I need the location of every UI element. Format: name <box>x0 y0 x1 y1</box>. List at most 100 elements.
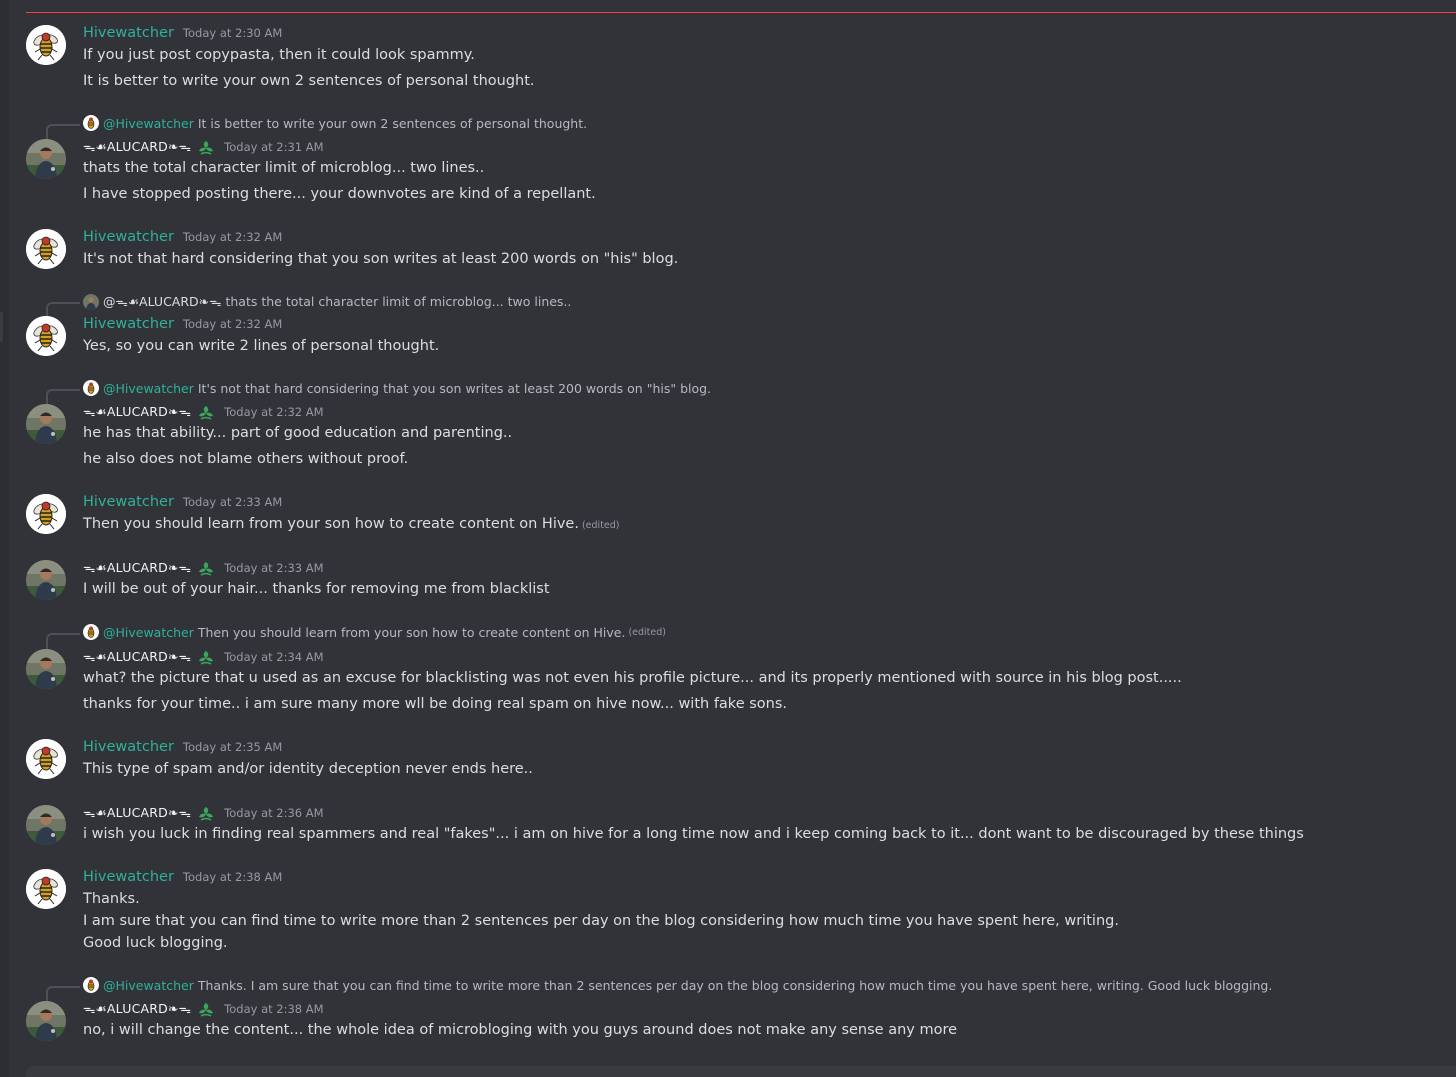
reply-text: thats the total character limit of micro… <box>225 294 572 309</box>
timestamp: Today at 2:38 AM <box>224 1002 324 1016</box>
reply-mention[interactable]: @Hivewatcher <box>103 625 194 640</box>
message-header: ᯓ☙ALUCARD❧ᯓ Today at 2:34 AM <box>83 648 324 668</box>
message-text: Then you should learn from your son how … <box>83 516 579 532</box>
edited-label: (edited) <box>628 626 666 638</box>
author-name[interactable]: Hivewatcher <box>83 25 174 41</box>
author-name[interactable]: ᯓ☙ALUCARD❧ᯓ <box>83 1000 191 1017</box>
message-line: Yes, so you can write 2 lines of persona… <box>83 338 440 354</box>
message-header: ᯓ☙ALUCARD❧ᯓ Today at 2:36 AM <box>83 804 324 824</box>
new-messages-divider <box>26 12 1456 13</box>
message-header: ᯓ☙ALUCARD❧ᯓ Today at 2:38 AM <box>83 1000 324 1020</box>
message-header: ᯓ☙ALUCARD❧ᯓ Today at 2:33 AM <box>83 559 324 579</box>
message-line: i wish you luck in finding real spammers… <box>83 826 1304 842</box>
leaf-badge-icon[interactable] <box>197 404 215 422</box>
reply-mention[interactable]: @Hivewatcher <box>103 381 194 396</box>
message-line: Thanks. <box>83 891 140 907</box>
message-line: thanks for your time.. i am sure many mo… <box>83 696 788 712</box>
reply-preview[interactable]: @Hivewatcher Then you should learn from … <box>0 624 1456 649</box>
reply-text: Then you should learn from your son how … <box>197 624 626 640</box>
author-name[interactable]: ᯓ☙ALUCARD❧ᯓ <box>83 138 191 155</box>
user-photo-avatar-icon[interactable] <box>26 560 66 600</box>
author-name[interactable]: ᯓ☙ALUCARD❧ᯓ <box>83 559 191 576</box>
reply-preview[interactable]: @Hivewatcher It is better to write your … <box>0 115 1456 140</box>
author-name[interactable]: Hivewatcher <box>83 316 174 332</box>
leaf-badge-icon[interactable] <box>197 560 215 578</box>
message-header: ᯓ☙ALUCARD❧ᯓ Today at 2:32 AM <box>83 403 324 423</box>
author-name[interactable]: ᯓ☙ALUCARD❧ᯓ <box>83 804 191 821</box>
message-line: It is better to write your own 2 sentenc… <box>83 73 535 89</box>
reply-preview[interactable]: @Hivewatcher Thanks. I am sure that you … <box>0 977 1456 1002</box>
message-line: he has that ability... part of good educ… <box>83 425 513 441</box>
edited-label: (edited) <box>581 520 620 531</box>
message-header: Hivewatcher Today at 2:33 AM <box>83 494 282 514</box>
reply-spine <box>46 633 80 649</box>
reply-mention[interactable]: @ᯓ☙ALUCARD❧ᯓ <box>103 293 221 310</box>
leaf-badge-icon[interactable] <box>197 805 215 823</box>
bee-avatar-icon[interactable] <box>26 316 66 356</box>
reply-text: It is better to write your own 2 sentenc… <box>197 115 588 131</box>
bee-avatar-icon[interactable] <box>26 229 66 269</box>
reply-text: It's not that hard considering that you … <box>197 380 712 396</box>
message-header: Hivewatcher Today at 2:32 AM <box>83 316 282 336</box>
message-line: he also does not blame others without pr… <box>83 451 409 467</box>
message-line: If you just post copypasta, then it coul… <box>83 47 475 63</box>
reply-spine <box>46 124 80 140</box>
message-line: It's not that hard considering that you … <box>83 251 679 267</box>
message-line: I have stopped posting there... your dow… <box>83 186 596 202</box>
message-line: Then you should learn from your son how … <box>83 516 620 532</box>
bee-avatar-icon <box>83 624 99 640</box>
message-header: Hivewatcher Today at 2:32 AM <box>83 229 282 249</box>
message-composer-edge[interactable] <box>26 1066 1456 1077</box>
timestamp: Today at 2:32 AM <box>182 230 283 244</box>
timestamp: Today at 2:32 AM <box>224 405 324 419</box>
message-header: ᯓ☙ALUCARD❧ᯓ Today at 2:31 AM <box>83 138 324 158</box>
author-name[interactable]: Hivewatcher <box>83 229 174 245</box>
reply-spine <box>46 389 80 405</box>
author-name[interactable]: Hivewatcher <box>83 869 174 885</box>
user-photo-avatar-icon[interactable] <box>26 1001 66 1041</box>
message-header: Hivewatcher Today at 2:35 AM <box>83 739 282 759</box>
timestamp: Today at 2:33 AM <box>182 495 283 509</box>
user-photo-avatar-icon <box>83 293 99 310</box>
bee-avatar-icon[interactable] <box>26 869 66 909</box>
timestamp: Today at 2:35 AM <box>182 740 283 754</box>
message-line: thats the total character limit of micro… <box>83 160 485 176</box>
author-name[interactable]: ᯓ☙ALUCARD❧ᯓ <box>83 403 191 420</box>
message-line: I am sure that you can find time to writ… <box>83 913 1119 929</box>
scroll-marker <box>0 312 3 342</box>
bee-avatar-icon <box>83 115 99 131</box>
reply-mention[interactable]: @Hivewatcher <box>103 116 194 131</box>
message-line: what? the picture that u used as an excu… <box>83 670 1182 686</box>
message-line: Good luck blogging. <box>83 935 228 951</box>
message-header: Hivewatcher Today at 2:38 AM <box>83 869 282 889</box>
channel-edge <box>0 0 9 1077</box>
user-photo-avatar-icon[interactable] <box>26 805 66 845</box>
reply-text: Thanks. I am sure that you can find time… <box>197 977 1273 993</box>
timestamp: Today at 2:36 AM <box>224 806 324 820</box>
timestamp: Today at 2:32 AM <box>182 317 283 331</box>
reply-mention[interactable]: @Hivewatcher <box>103 978 194 993</box>
bee-avatar-icon[interactable] <box>26 739 66 779</box>
message-line: no, i will change the content... the who… <box>83 1022 958 1038</box>
timestamp: Today at 2:30 AM <box>182 26 283 40</box>
author-name[interactable]: Hivewatcher <box>83 494 174 510</box>
timestamp: Today at 2:34 AM <box>224 650 324 664</box>
bee-avatar-icon[interactable] <box>26 494 66 534</box>
author-name[interactable]: ᯓ☙ALUCARD❧ᯓ <box>83 648 191 665</box>
message-header: Hivewatcher Today at 2:30 AM <box>83 25 282 45</box>
user-photo-avatar-icon[interactable] <box>26 649 66 689</box>
timestamp: Today at 2:33 AM <box>224 561 324 575</box>
author-name[interactable]: Hivewatcher <box>83 739 174 755</box>
user-photo-avatar-icon[interactable] <box>26 404 66 444</box>
reply-spine <box>46 986 80 1002</box>
leaf-badge-icon[interactable] <box>197 139 215 157</box>
leaf-badge-icon[interactable] <box>197 1001 215 1019</box>
timestamp: Today at 2:31 AM <box>224 140 324 154</box>
reply-preview[interactable]: @Hivewatcher It's not that hard consider… <box>0 380 1456 405</box>
reply-spine <box>46 302 80 318</box>
bee-avatar-icon[interactable] <box>26 25 66 65</box>
message-line: This type of spam and/or identity decept… <box>83 761 533 777</box>
reply-preview[interactable]: @ᯓ☙ALUCARD❧ᯓ thats the total character l… <box>0 293 1456 318</box>
leaf-badge-icon[interactable] <box>197 649 215 667</box>
user-photo-avatar-icon[interactable] <box>26 139 66 179</box>
